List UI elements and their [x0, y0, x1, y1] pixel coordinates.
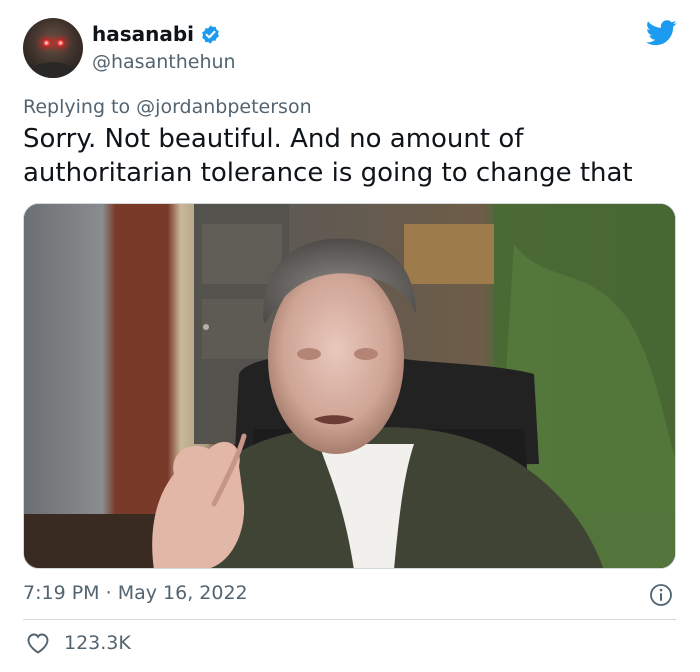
- info-icon[interactable]: [649, 583, 673, 607]
- tweet-media-image[interactable]: [23, 203, 676, 569]
- tweet-timestamp[interactable]: 7:19 PM · May 16, 2022: [23, 582, 248, 604]
- author-handle[interactable]: @hasanthehun: [92, 51, 236, 73]
- heart-icon[interactable]: [26, 632, 50, 654]
- divider: [23, 619, 676, 620]
- avatar-glowing-eye-right: [56, 40, 65, 46]
- timestamp-separator: ·: [105, 582, 112, 604]
- replying-to-mention-link[interactable]: @jordanbpeterson: [136, 96, 311, 118]
- author-display-name[interactable]: hasanabi: [92, 22, 194, 46]
- author-name-row: hasanabi: [92, 22, 221, 46]
- twitter-bird-icon[interactable]: [645, 20, 677, 46]
- replying-to-label: Replying to: [23, 96, 131, 118]
- tweet-date: May 16, 2022: [117, 582, 248, 604]
- avatar-glowing-eye-left: [42, 40, 51, 46]
- tweet-card: hasanabi @hasanthehun Replying to @jorda…: [0, 0, 700, 672]
- author-avatar[interactable]: [23, 18, 83, 78]
- like-count: 123.3K: [64, 632, 131, 654]
- replying-to-line: Replying to @jordanbpeterson: [23, 96, 312, 118]
- tweet-time: 7:19 PM: [23, 582, 100, 604]
- tweet-text: Sorry. Not beautiful. And no amount of a…: [23, 124, 633, 188]
- avatar-shirt: [31, 62, 75, 78]
- verified-badge-icon: [200, 24, 221, 45]
- like-action[interactable]: 123.3K: [26, 632, 131, 654]
